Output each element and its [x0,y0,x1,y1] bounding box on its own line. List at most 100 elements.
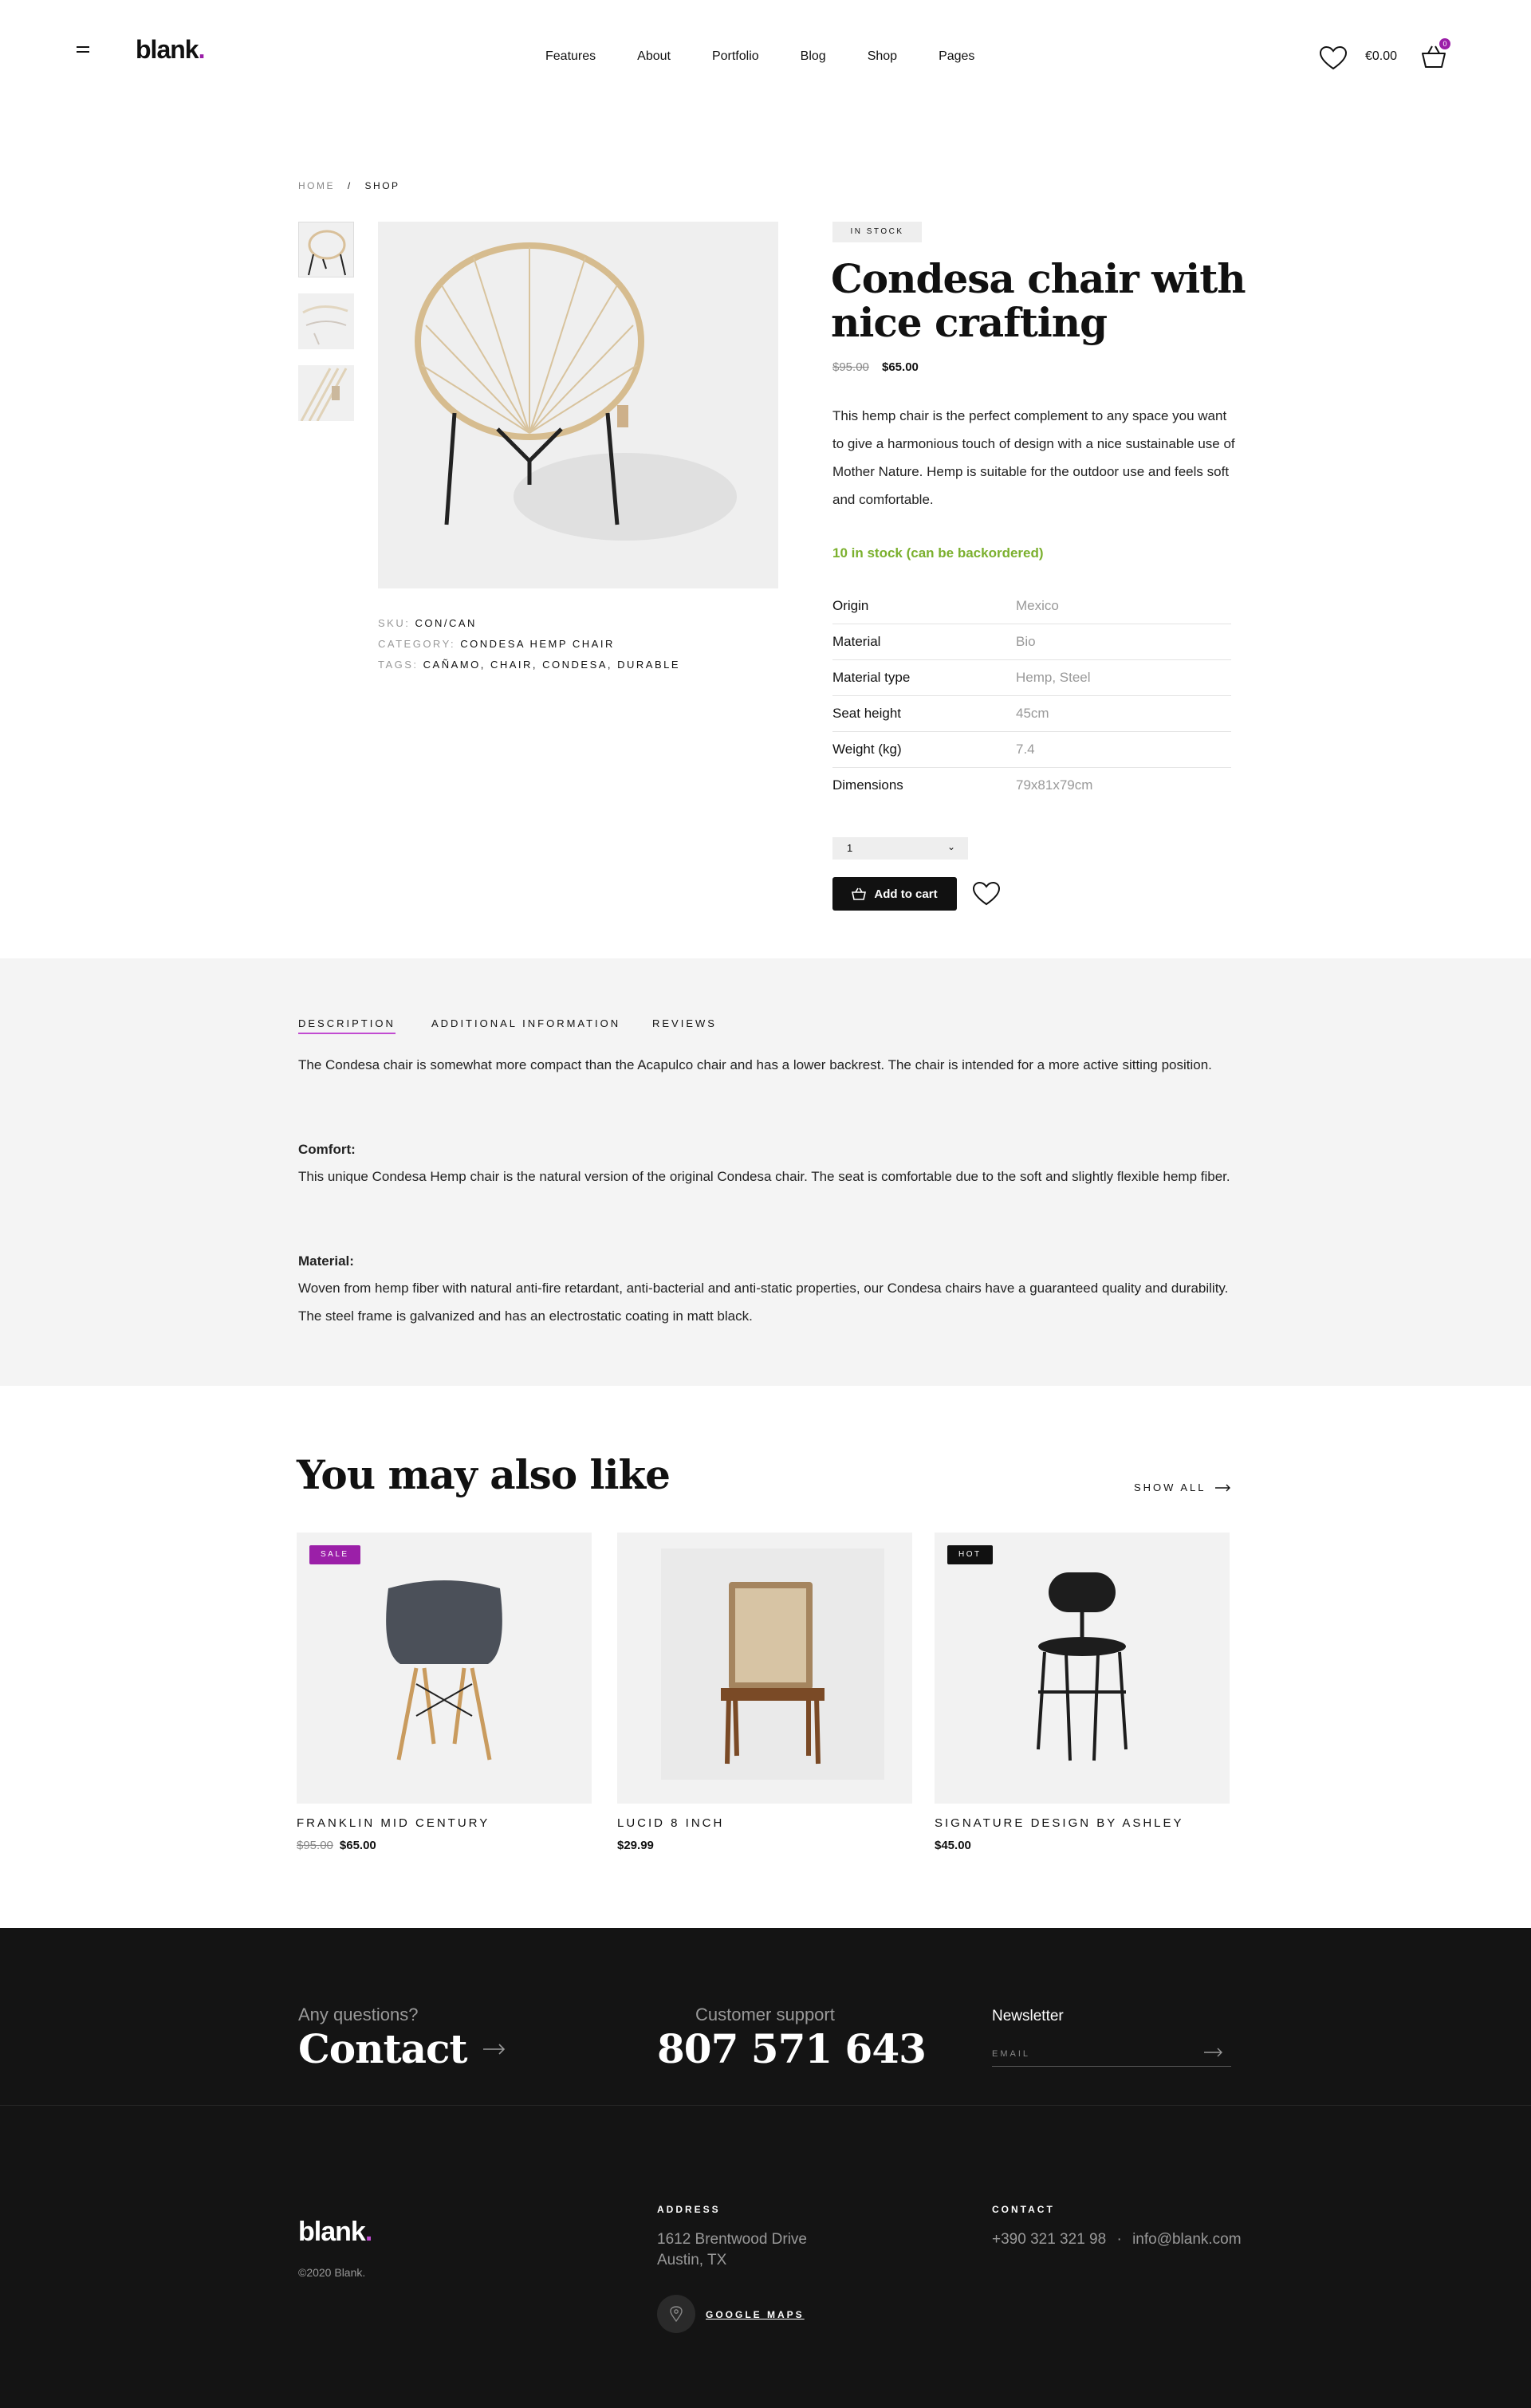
product-card-price-old: $95.00 [297,1839,333,1852]
show-all-link[interactable]: SHOW ALL [1134,1481,1231,1493]
footer-support-label: Customer support [695,2005,835,2024]
product-sku: SKU: CON/CAN [378,617,477,629]
nav-pages[interactable]: Pages [939,49,974,64]
spec-row: Origin Mexico [832,588,1231,624]
price-current: $65.00 [882,360,919,374]
thumbnail-1[interactable] [298,222,354,277]
category-label: CATEGORY: [378,638,456,650]
breadcrumb-separator: / [347,180,352,191]
wishlist-heart-icon[interactable] [1319,45,1348,74]
quantity-value: 1 [847,842,853,854]
nav-portfolio[interactable]: Portfolio [712,49,759,64]
price-old: $95.00 [832,360,869,374]
spec-row: Weight (kg) 7.4 [832,732,1231,768]
product-short-description: This hemp chair is the perfect complemen… [832,408,1235,507]
footer-phone[interactable]: 807 571 643 [657,2025,927,2072]
logo-text: blank [136,35,199,64]
tab-additional-information[interactable]: ADDITIONAL INFORMATION [431,1017,620,1029]
sale-badge: SALE [309,1545,360,1564]
footer-logo-dot: . [364,2217,373,2247]
product-card-price: $29.99 [617,1839,654,1852]
tags-links[interactable]: CAÑAMO, CHAIR, CONDESA, DURABLE [423,659,680,671]
nav-about[interactable]: About [637,49,671,64]
breadcrumb-current: SHOP [364,180,400,191]
footer-contact-phone[interactable]: +390 321 321 98 [992,2231,1106,2248]
footer-contact-label: Contact [298,2025,468,2072]
product-card-price-current: $65.00 [339,1839,376,1852]
footer-contact-email[interactable]: info@blank.com [1132,2231,1242,2248]
spec-label: Material [832,634,881,649]
spec-label: Seat height [832,706,902,721]
product-category: CATEGORY: CONDESA HEMP CHAIR [378,638,615,650]
tab-description[interactable]: DESCRIPTION [298,1017,396,1034]
thumbnail-3[interactable] [298,365,354,422]
sku-value: CON/CAN [415,617,477,629]
stock-status: 10 in stock (can be backordered) [832,545,1044,561]
address-heading: ADDRESS [657,2204,721,2215]
copyright: ©2020 Blank. [298,2266,366,2279]
nav-blog[interactable]: Blog [801,49,826,64]
product-card-image[interactable] [617,1533,912,1804]
product-card-image[interactable] [935,1533,1230,1804]
spec-row: Material Bio [832,624,1231,660]
hot-badge: HOT [947,1545,993,1564]
thumbnail-2[interactable] [298,293,354,349]
product-card-name[interactable]: LUCID 8 INCH [617,1816,724,1830]
spec-value: 79x81x79cm [1016,777,1093,793]
submit-arrow-icon[interactable] [1204,2048,1223,2057]
related-title: You may also like [297,1451,671,1498]
map-pin-icon[interactable] [657,2295,695,2333]
add-to-cart-button[interactable]: Add to cart [832,877,957,911]
spec-label: Weight (kg) [832,742,902,757]
arrow-right-icon [482,2043,505,2055]
product-card-price: $45.00 [935,1839,971,1852]
footer-contact-link[interactable]: Contact [298,2025,506,2072]
basket-icon [852,887,867,900]
newsletter-heading: Newsletter [992,2008,1064,2024]
nav-shop[interactable]: Shop [868,49,897,64]
breadcrumb-home[interactable]: HOME [298,180,335,191]
arrow-right-icon [1215,1484,1231,1491]
product-card-name[interactable]: SIGNATURE DESIGN BY ASHLEY [935,1816,1184,1830]
breadcrumb: HOME / SHOP [298,180,400,191]
footer-contact-separator: · [1116,2231,1122,2248]
spec-value: Bio [1016,634,1036,649]
stock-badge: IN STOCK [832,222,922,242]
menu-toggle-icon[interactable] [77,46,92,57]
spec-value: Mexico [1016,598,1059,613]
footer-divider [0,2105,1531,2106]
footer-logo[interactable]: blank. [298,2217,372,2248]
product-main-image[interactable] [378,222,778,588]
newsletter-email-input[interactable]: EMAIL [992,2040,1231,2067]
product-card-image[interactable] [297,1533,592,1804]
product-card-name[interactable]: FRANKLIN MID CENTURY [297,1816,490,1830]
quantity-select[interactable]: 1 ⌄ [832,837,968,860]
spec-label: Material type [832,670,911,685]
google-maps-link[interactable]: GOOGLE MAPS [706,2309,805,2320]
material-heading: Material: [298,1253,354,1269]
add-to-wishlist-heart-icon[interactable] [972,881,1001,910]
nav-features[interactable]: Features [545,49,596,64]
logo[interactable]: blank. [136,35,206,65]
product-title: Condesa chair with nice crafting [831,255,1246,346]
tags-label: TAGS: [378,659,419,671]
spec-row: Seat height 45cm [832,696,1231,732]
footer-questions: Any questions? [298,2005,419,2024]
cart-count-badge: 0 [1439,38,1450,49]
tab-reviews[interactable]: REVIEWS [652,1017,717,1029]
logo-dot: . [198,35,206,64]
product-tags: TAGS: CAÑAMO, CHAIR, CONDESA, DURABLE [378,659,680,671]
category-link[interactable]: CONDESA HEMP CHAIR [460,638,615,650]
email-placeholder: EMAIL [992,2049,1031,2059]
chevron-down-icon: ⌄ [947,841,955,852]
contact-heading: CONTACT [992,2204,1055,2215]
spec-value: 7.4 [1016,742,1035,757]
address-line-1: 1612 Brentwood Drive [657,2231,807,2248]
description-intro: The Condesa chair is somewhat more compa… [298,1057,1212,1072]
spec-label: Dimensions [832,777,903,793]
comfort-text: This unique Condesa Hemp chair is the na… [298,1169,1230,1184]
cart-total[interactable]: €0.00 [1365,49,1397,64]
product-card-price: $95.00 $65.00 [297,1839,376,1852]
sku-label: SKU: [378,617,411,629]
spec-value: Hemp, Steel [1016,670,1091,685]
